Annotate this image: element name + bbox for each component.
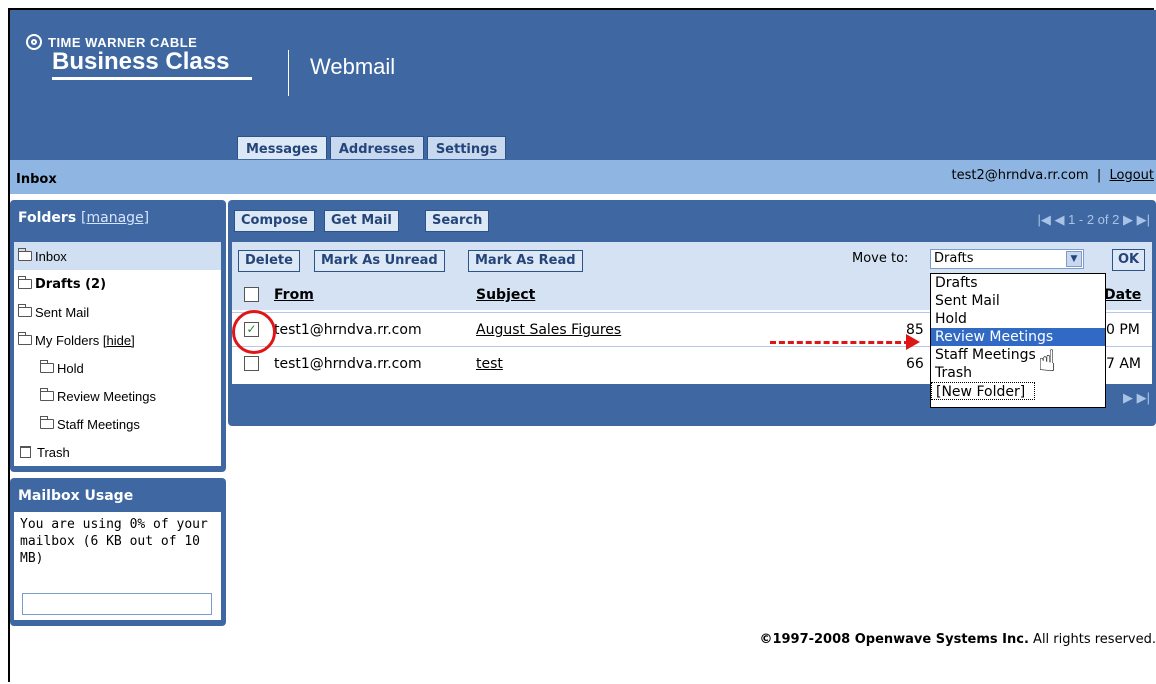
dropdown-option[interactable]: Drafts xyxy=(931,274,1105,292)
tab-addresses[interactable]: Addresses xyxy=(329,136,424,159)
tab-settings[interactable]: Settings xyxy=(426,136,507,159)
footer-copyright: ©1997-2008 Openwave Systems Inc. xyxy=(759,632,1029,647)
folder-drafts[interactable]: Drafts (2) xyxy=(14,270,221,298)
dropdown-option[interactable]: Sent Mail xyxy=(931,292,1105,310)
search-button[interactable]: Search xyxy=(425,210,490,232)
folder-label: My Folders xyxy=(35,332,100,348)
move-to-label: Move to: xyxy=(852,251,909,266)
folder-icon xyxy=(18,248,32,261)
hand-cursor-icon: ☝ xyxy=(1038,344,1057,379)
header: TIME WARNER CABLE Business Class Webmail… xyxy=(10,10,1156,160)
folder-icon xyxy=(40,388,54,401)
folder-trash[interactable]: Trash xyxy=(14,438,221,466)
drafts-icon xyxy=(18,276,32,289)
get-mail-button[interactable]: Get Mail xyxy=(324,210,399,232)
mailbox-usage-panel: Mailbox Usage You are using 0% of your m… xyxy=(10,478,226,626)
folder-inbox[interactable]: Inbox xyxy=(14,242,221,270)
annotation-arrow-line xyxy=(770,341,910,344)
column-date[interactable]: Date xyxy=(1104,287,1141,303)
folder-list: Inbox Drafts (2) Sent Mail My Folders [h… xyxy=(14,242,221,466)
mark-unread-button[interactable]: Mark As Unread xyxy=(314,250,445,272)
folders-title: Folders xyxy=(18,210,77,226)
sent-mail-icon xyxy=(18,304,32,317)
folder-sent-mail[interactable]: Sent Mail xyxy=(14,298,221,326)
twc-logo-icon xyxy=(26,34,42,50)
row-subject[interactable]: August Sales Figures xyxy=(476,322,621,338)
account-email: test2@hrndva.rr.com xyxy=(951,168,1089,183)
dropdown-option[interactable]: Trash xyxy=(931,364,1105,382)
footer: ©1997-2008 Openwave Systems Inc. All rig… xyxy=(759,632,1156,647)
hide-link[interactable]: [hide] xyxy=(103,333,135,348)
column-from[interactable]: From xyxy=(274,287,314,303)
dropdown-option[interactable]: Staff Meetings xyxy=(931,346,1105,364)
dropdown-option[interactable]: [New Folder] xyxy=(931,382,1035,400)
move-to-dropdown-list: Drafts Sent Mail Hold Review Meetings St… xyxy=(930,273,1106,408)
header-divider xyxy=(288,50,289,96)
manage-link[interactable]: [manage] xyxy=(81,210,149,226)
folder-icon xyxy=(18,332,32,345)
select-all-checkbox[interactable] xyxy=(244,287,259,302)
row-subject[interactable]: test xyxy=(476,356,503,372)
brand-line2: Business Class xyxy=(52,48,252,80)
folder-icon xyxy=(40,360,54,373)
compose-button[interactable]: Compose xyxy=(234,210,315,232)
folder-label: Inbox xyxy=(35,248,67,264)
tab-messages[interactable]: Messages xyxy=(237,136,327,159)
folder-review-meetings[interactable]: Review Meetings xyxy=(14,382,221,410)
main-tabs: Messages Addresses Settings xyxy=(237,136,507,159)
folder-label: Drafts (2) xyxy=(35,276,107,292)
usage-text: You are using 0% of your mailbox (6 KB o… xyxy=(20,517,208,566)
highlight-circle xyxy=(232,310,276,354)
folder-hold[interactable]: Hold xyxy=(14,354,221,382)
first-page-icon[interactable]: |◀ xyxy=(1037,212,1050,227)
annotation-arrow-head xyxy=(906,334,920,350)
folder-staff-meetings[interactable]: Staff Meetings xyxy=(14,410,221,438)
row-date: 0 PM xyxy=(1106,322,1140,338)
delete-button[interactable]: Delete xyxy=(238,250,300,272)
folder-label: Trash xyxy=(37,444,70,460)
dropdown-option-highlighted[interactable]: Review Meetings xyxy=(931,328,1105,346)
next-page-icon[interactable]: ▶ xyxy=(1123,390,1133,405)
row-size: 66 xyxy=(906,356,924,372)
move-to-select[interactable]: Drafts ▼ xyxy=(930,249,1084,269)
dropdown-option[interactable]: Hold xyxy=(931,310,1105,328)
column-subject[interactable]: Subject xyxy=(476,287,535,303)
pager-text: 1 - 2 of 2 xyxy=(1068,212,1120,227)
row-checkbox[interactable] xyxy=(244,356,259,371)
footer-rights: All rights reserved. xyxy=(1033,632,1156,647)
inbox-bar: Inbox test2@hrndva.rr.com | Logout xyxy=(10,160,1156,194)
row-from: test1@hrndva.rr.com xyxy=(274,322,422,338)
separator: | xyxy=(1096,168,1102,183)
folder-my-folders: My Folders [hide] xyxy=(14,326,221,354)
pager-top: |◀ ◀ 1 - 2 of 2 ▶ ▶| xyxy=(1037,212,1150,228)
last-page-icon[interactable]: ▶| xyxy=(1137,212,1150,227)
row-from: test1@hrndva.rr.com xyxy=(274,356,422,372)
page-title: Inbox xyxy=(16,172,57,187)
brand-logo: TIME WARNER CABLE Business Class xyxy=(26,34,252,80)
ok-button[interactable]: OK xyxy=(1112,249,1146,271)
pager-bottom: ▶ ▶| xyxy=(1123,390,1150,406)
row-date: 7 AM xyxy=(1106,356,1142,372)
folder-icon xyxy=(40,416,54,429)
next-page-icon[interactable]: ▶ xyxy=(1123,212,1133,227)
mark-read-button[interactable]: Mark As Read xyxy=(468,250,583,272)
folder-label: Sent Mail xyxy=(35,304,90,320)
usage-bar xyxy=(22,593,212,615)
chevron-down-icon[interactable]: ▼ xyxy=(1066,251,1082,267)
folder-label: Staff Meetings xyxy=(57,416,140,432)
prev-page-icon[interactable]: ◀ xyxy=(1054,212,1064,227)
product-title: Webmail xyxy=(310,54,396,79)
trash-icon xyxy=(20,446,31,458)
last-page-icon[interactable]: ▶| xyxy=(1137,390,1150,405)
folder-label: Review Meetings xyxy=(57,388,156,404)
folders-panel: Folders [manage] Inbox Drafts (2) Sent M… xyxy=(10,200,226,472)
usage-title: Mailbox Usage xyxy=(18,488,134,504)
logout-link[interactable]: Logout xyxy=(1109,168,1154,183)
move-to-value: Drafts xyxy=(934,251,974,266)
folder-label: Hold xyxy=(57,360,84,376)
